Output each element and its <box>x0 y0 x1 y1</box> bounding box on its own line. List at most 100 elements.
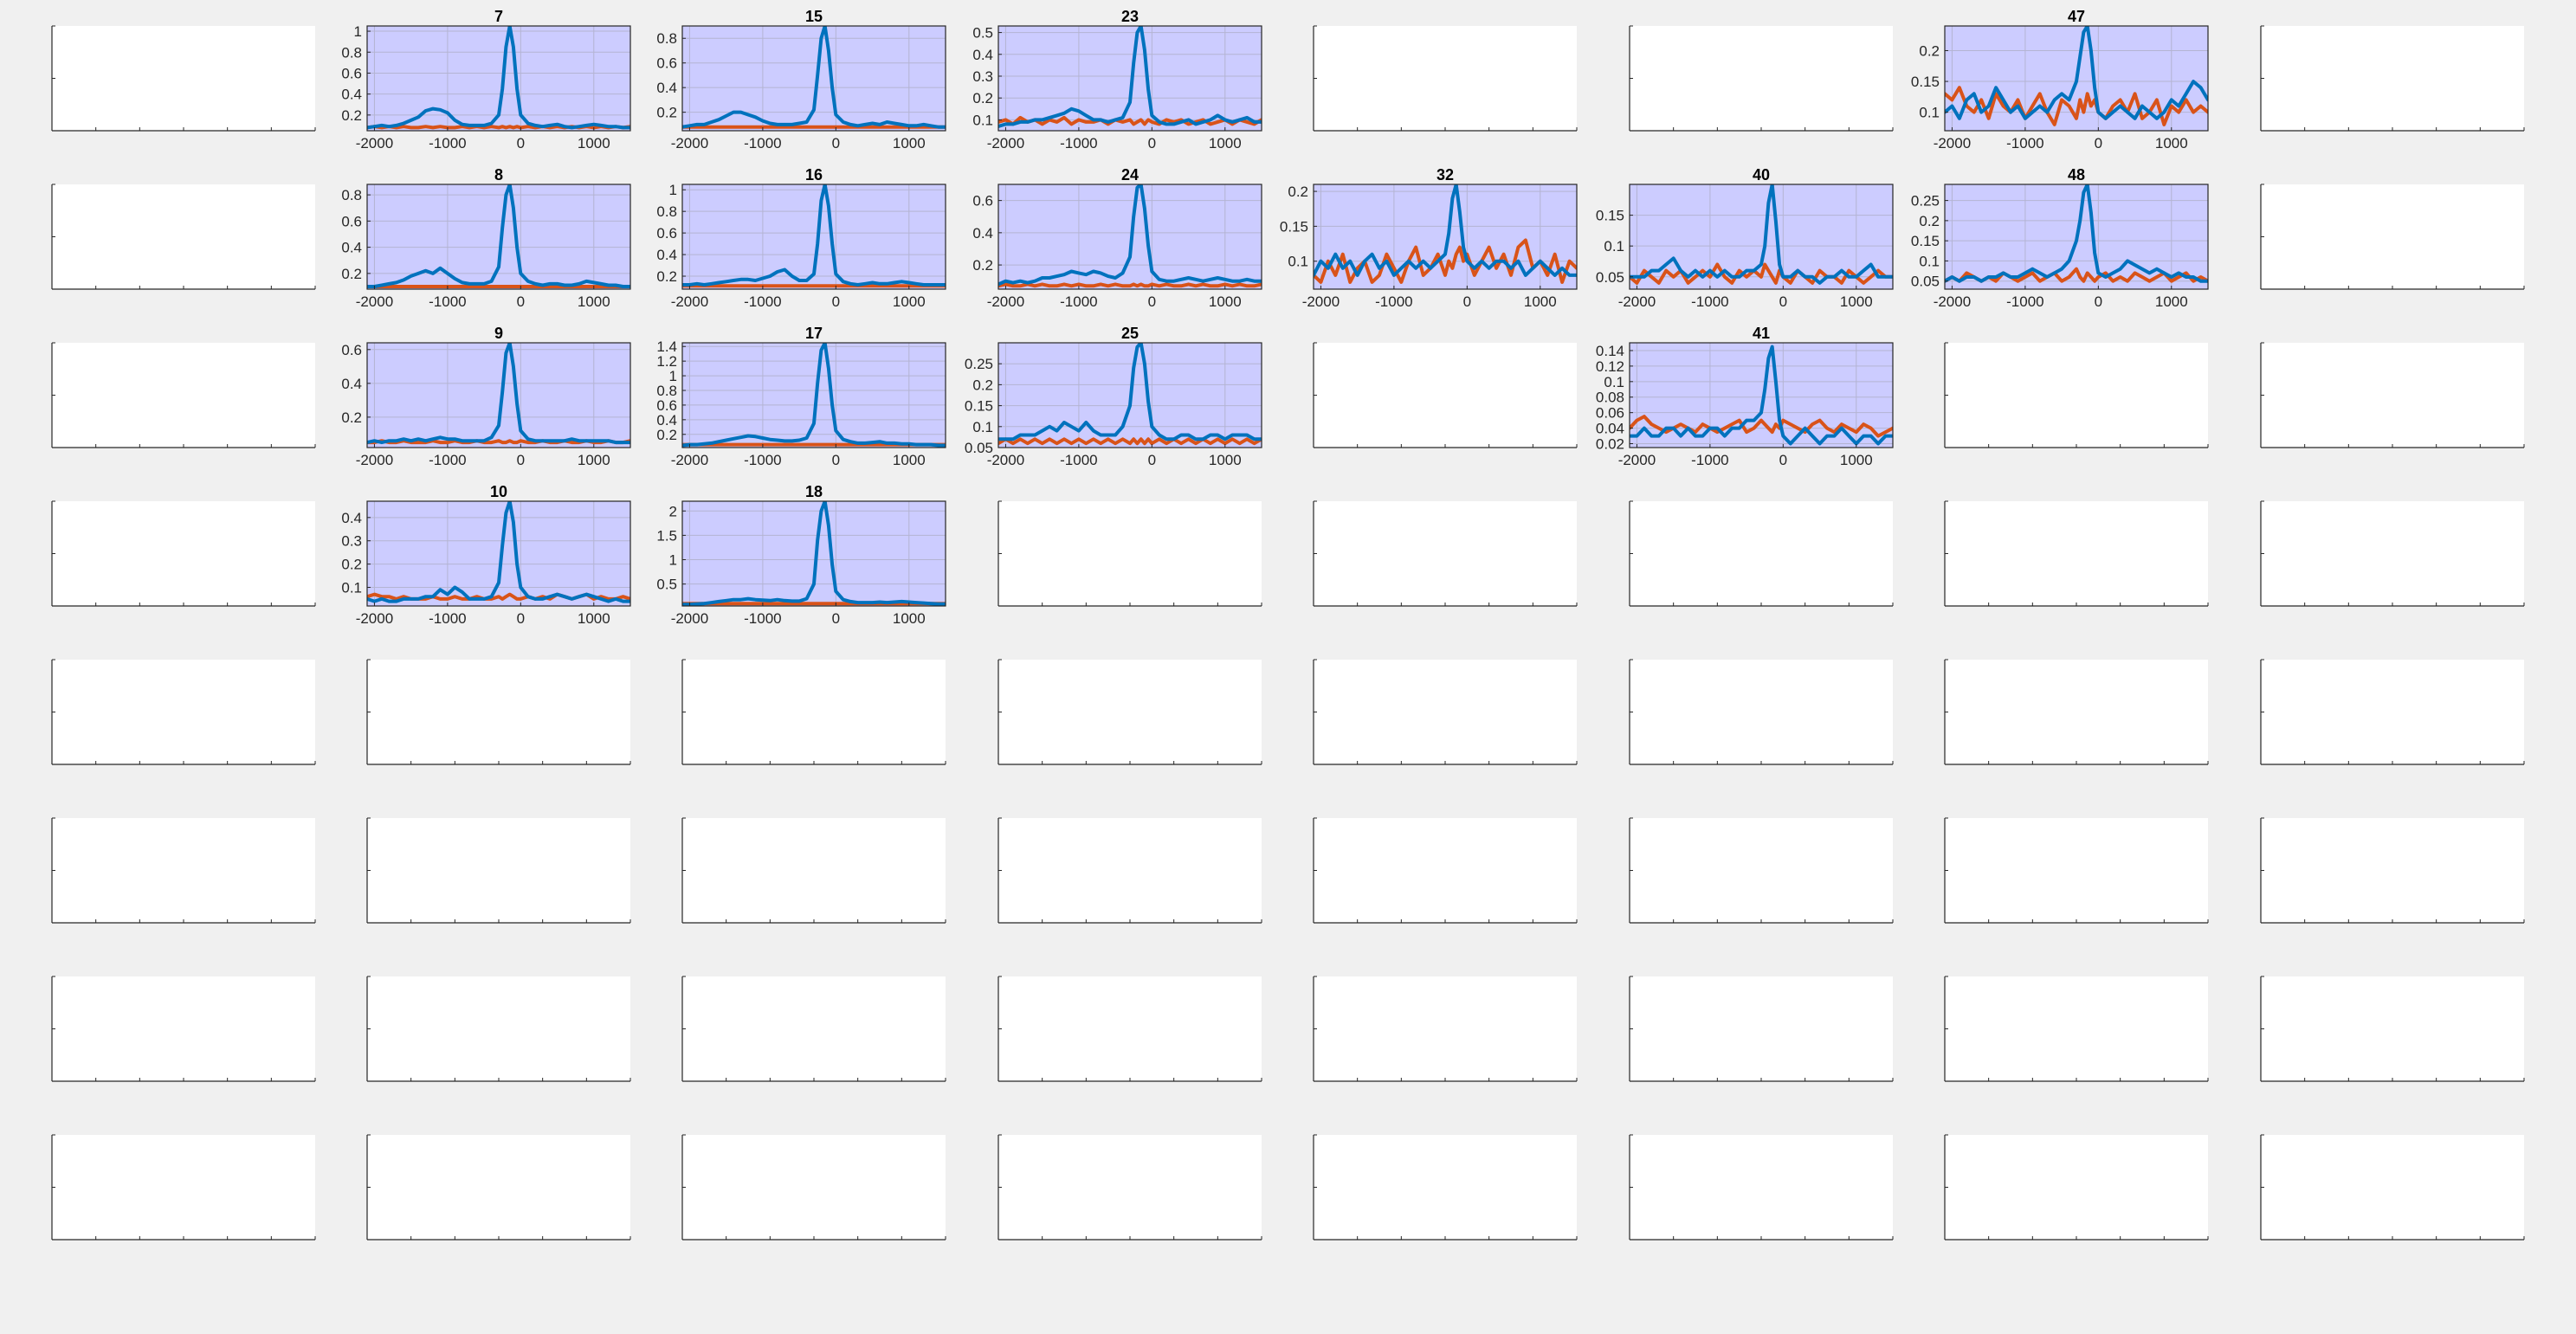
x-tick-label: 1000 <box>893 610 926 627</box>
axes-background <box>367 1135 630 1240</box>
subplot-7: -2000 -1000 0 1000 0.2 0.4 0.6 0.8 1 7 <box>341 8 631 151</box>
y-tick-label: 0.1 <box>1604 238 1624 255</box>
axes-background <box>1630 660 1893 764</box>
empty-axes <box>51 659 316 765</box>
empty-axes <box>1313 976 1578 1082</box>
axes-background <box>52 1135 315 1240</box>
axes-background <box>1945 976 2208 1081</box>
axes-background <box>1314 1135 1577 1240</box>
y-tick-label: 0.25 <box>965 356 993 372</box>
x-tick-label: -2000 <box>356 452 393 468</box>
y-tick-label: 0.2 <box>341 557 362 573</box>
axes-background <box>998 26 1262 131</box>
y-tick-label: 0.2 <box>972 90 993 106</box>
x-tick-label: 1000 <box>1840 293 1873 310</box>
y-tick-label: 1 <box>669 552 677 569</box>
empty-axes <box>2260 817 2525 924</box>
empty-axes <box>681 659 946 765</box>
axes-background <box>367 976 630 1081</box>
panel-title: 47 <box>2068 8 2085 25</box>
x-tick-label: -1000 <box>1060 293 1097 310</box>
x-tick-label: 0 <box>517 452 525 468</box>
panel-title: 10 <box>490 483 507 500</box>
empty-axes <box>2260 976 2525 1082</box>
empty-axes <box>1944 976 2209 1082</box>
x-tick-label: -2000 <box>671 610 708 627</box>
x-tick-label: -2000 <box>1934 135 1971 151</box>
empty-axes <box>1313 659 1578 765</box>
empty-axes <box>1944 500 2209 607</box>
y-tick-label: 0.02 <box>1596 436 1624 453</box>
axes-background <box>52 501 315 606</box>
x-tick-label: -2000 <box>671 452 708 468</box>
axes-background <box>2261 343 2524 448</box>
axes-background <box>1314 501 1577 606</box>
axes-background <box>682 976 946 1081</box>
x-tick-label: 1000 <box>1209 135 1242 151</box>
subplot-8: -2000 -1000 0 1000 0.2 0.4 0.6 0.8 8 <box>341 166 631 310</box>
empty-axes <box>366 817 631 924</box>
subplot-15: -2000 -1000 0 1000 0.2 0.4 0.6 0.8 15 <box>656 8 946 151</box>
empty-axes <box>1313 1134 1578 1241</box>
x-tick-label: -1000 <box>1060 452 1097 468</box>
y-tick-label: 0.6 <box>656 397 677 414</box>
panel-title: 7 <box>494 8 503 25</box>
x-tick-label: 0 <box>1148 135 1156 151</box>
x-tick-label: 0 <box>832 135 840 151</box>
y-tick-label: 0.2 <box>656 268 677 285</box>
axes-background <box>367 501 630 606</box>
y-tick-label: 0.1 <box>1288 254 1308 270</box>
x-tick-label: 0 <box>1463 293 1471 310</box>
y-tick-label: 0.2 <box>972 257 993 274</box>
x-tick-label: 0 <box>517 610 525 627</box>
panel-title: 40 <box>1753 166 1770 184</box>
y-tick-label: 0.6 <box>341 213 362 229</box>
empty-axes <box>2260 342 2525 448</box>
subplot-47: -2000 -1000 0 1000 0.1 0.15 0.2 47 <box>1911 8 2209 151</box>
x-tick-label: 1000 <box>2155 293 2188 310</box>
y-tick-label: 0.12 <box>1596 358 1624 375</box>
y-tick-label: 0.8 <box>656 30 677 47</box>
panel-title: 41 <box>1753 325 1770 342</box>
empty-axes <box>1313 817 1578 924</box>
panel-title: 32 <box>1436 166 1454 184</box>
empty-axes <box>2260 500 2525 607</box>
axes-background <box>2261 501 2524 606</box>
y-tick-label: 0.6 <box>341 65 362 81</box>
axes-background <box>682 26 946 131</box>
subplot-10: -2000 -1000 0 1000 0.1 0.2 0.3 0.4 10 <box>341 483 631 627</box>
y-tick-label: 0.4 <box>972 225 993 242</box>
empty-axes <box>997 659 1262 765</box>
x-tick-label: -2000 <box>671 135 708 151</box>
axes-background <box>998 501 1262 606</box>
axes-background <box>1314 26 1577 131</box>
y-tick-label: 0.4 <box>656 80 677 96</box>
y-tick-label: 0.2 <box>341 266 362 282</box>
y-tick-label: 0.2 <box>972 377 993 393</box>
y-tick-label: 1.2 <box>656 353 677 370</box>
y-tick-label: 0.06 <box>1596 405 1624 422</box>
y-tick-label: 0.2 <box>1288 184 1308 200</box>
empty-axes <box>997 500 1262 607</box>
axes-background <box>367 660 630 764</box>
empty-axes <box>1629 1134 1894 1241</box>
axes-background <box>1945 343 2208 448</box>
axes-background <box>1314 976 1577 1081</box>
y-tick-label: 0.1 <box>972 112 993 128</box>
subplot-41: -2000 -1000 0 1000 0.020.040.060.080.10.120.… <box>1596 325 1894 468</box>
y-tick-label: 0.3 <box>972 68 993 85</box>
x-tick-label: -2000 <box>1618 452 1656 468</box>
empty-axes <box>1629 817 1894 924</box>
empty-axes <box>366 1134 631 1241</box>
panel-title: 18 <box>805 483 823 500</box>
empty-axes <box>366 659 631 765</box>
y-tick-label: 0.15 <box>1911 233 1940 249</box>
empty-axes <box>366 976 631 1082</box>
y-tick-label: 0.4 <box>341 87 362 103</box>
axes-background <box>52 660 315 764</box>
subplot-17: -2000 -1000 0 1000 0.20.40.60.811.21.4 17 <box>656 325 946 468</box>
empty-axes <box>51 25 316 132</box>
y-tick-label: 0.15 <box>1280 218 1308 235</box>
x-tick-label: -2000 <box>671 293 708 310</box>
x-tick-label: 0 <box>832 452 840 468</box>
